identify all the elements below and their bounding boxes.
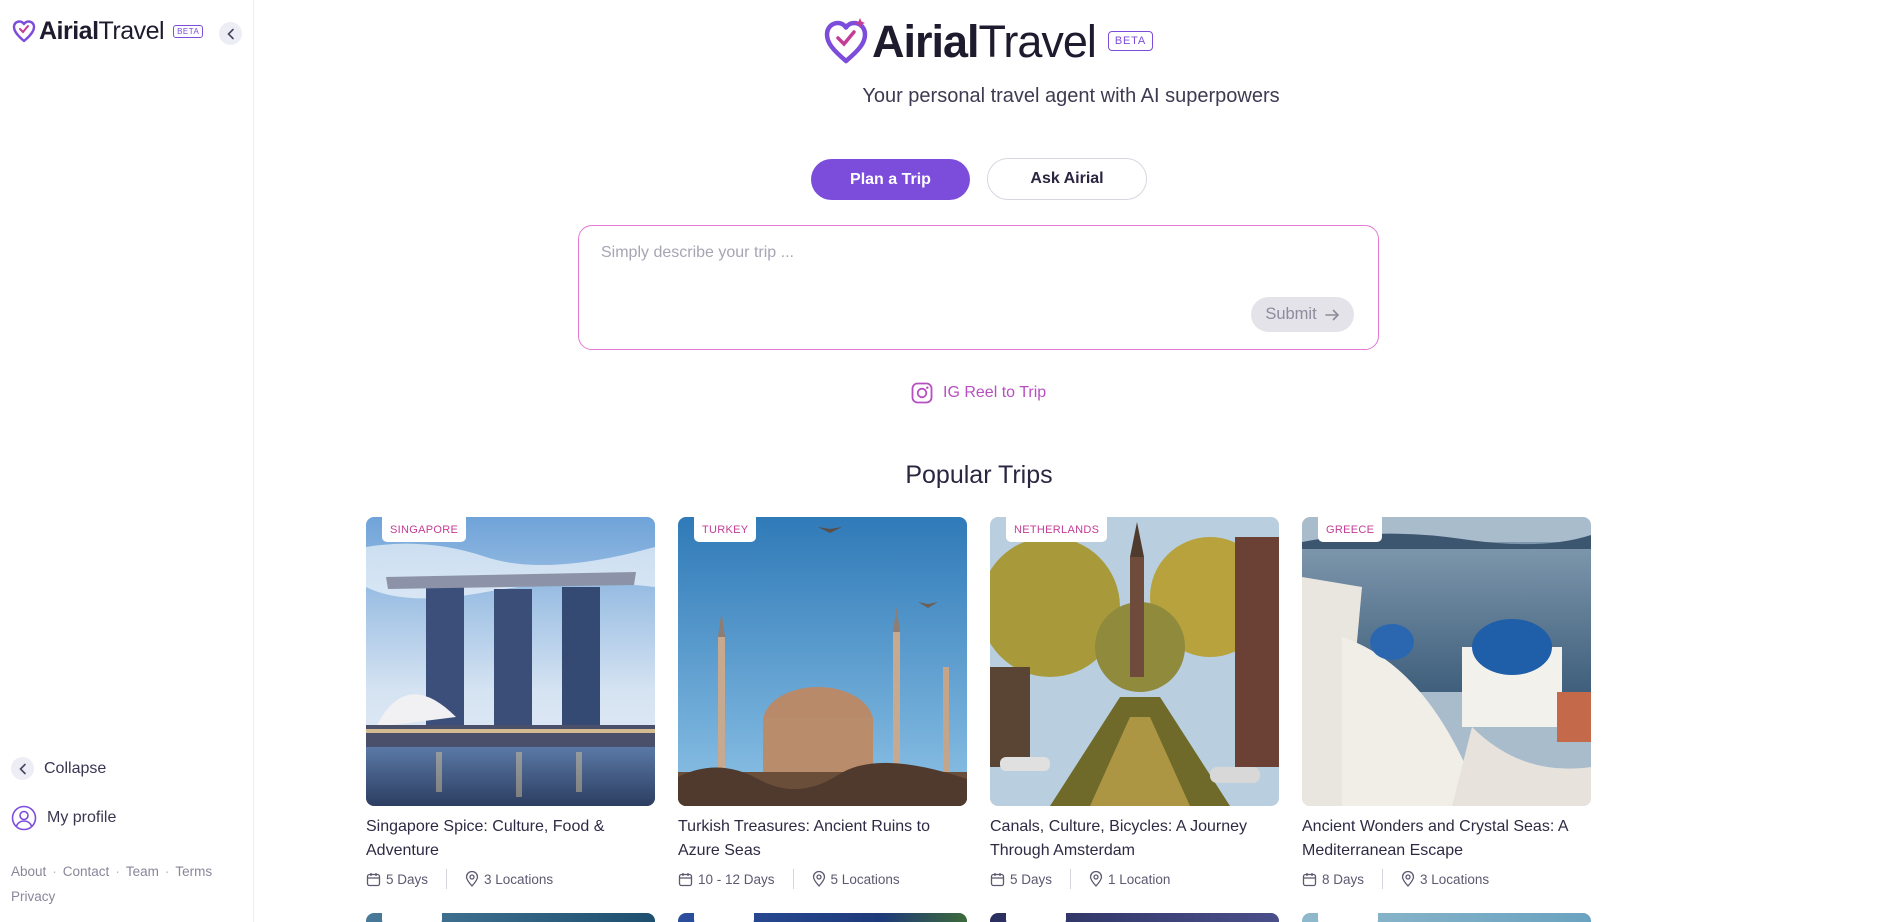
map-pin-icon [812,871,825,887]
trip-days: 5 Days [1010,871,1053,887]
trip-card-meta: 8 Days 3 Locations [1302,869,1591,889]
trip-locations: 3 Locations [484,871,554,887]
trip-card-image: SINGAPORE [366,517,655,806]
country-tag: SINGAPORE [382,517,467,542]
trip-card-meta: 5 Days 3 Locations [366,869,655,889]
ask-airial-tab[interactable]: Ask Airial [987,158,1147,200]
calendar-icon [366,872,381,886]
country-tag: NETHERLANDS [1006,517,1108,542]
hagia-sophia-image [678,517,967,806]
trip-card-title: Ancient Wonders and Crystal Seas: A Medi… [1302,818,1568,859]
footer-link-about[interactable]: About [11,864,46,879]
trip-card-meta: 10 - 12 Days 5 Locations [678,869,967,889]
trip-days: 8 Days [1322,871,1365,887]
footer-link-terms[interactable]: Terms [175,864,212,879]
trip-card-title: Turkish Treasures: Ancient Ruins to Azur… [678,818,930,859]
sidebar: AirialTravel BETA Collapse My profile Ab… [0,0,254,922]
trip-card-partial[interactable] [1302,913,1591,922]
main-logo-text: AirialTravel [872,15,1097,67]
trip-card-partial[interactable] [678,913,967,922]
trip-locations: 3 Locations [1420,871,1490,887]
country-tag: TURKEY [694,517,757,542]
trip-card-turkey[interactable]: TURKEY Turkish Treasures: Ancient Ruins … [678,517,967,889]
trip-card-title: Singapore Spice: Culture, Food & Adventu… [366,818,605,859]
trip-days: 10 - 12 Days [698,871,775,887]
calendar-icon [990,872,1005,886]
singapore-skyline-image [366,517,655,806]
footer-link-privacy[interactable]: Privacy [11,889,55,904]
trip-card-singapore[interactable]: SINGAPORE Singapore Spice: Culture, Food… [366,517,655,889]
heart-pin-logo-icon [824,18,868,64]
collapse-button[interactable]: Collapse [11,757,106,780]
my-profile-label: My profile [47,809,117,826]
footer-link-contact[interactable]: Contact [63,864,110,879]
trip-card-image: GREECE [1302,517,1591,806]
footer-links: About · Contact · Team · Terms Privacy [11,864,213,904]
map-pin-icon [1401,871,1415,887]
trip-days: 5 Days [386,871,429,887]
country-tag: GREECE [1318,517,1383,542]
tagline: Your personal travel agent with AI super… [862,85,1280,107]
chevron-left-icon [11,757,34,780]
trip-card-title: Canals, Culture, Bicycles: A Journey Thr… [990,818,1248,859]
santorini-image [1302,517,1591,806]
calendar-icon [678,872,693,886]
sidebar-logo-text: AirialTravel [39,16,165,45]
instagram-icon [911,382,933,404]
chevron-left-icon [226,28,234,39]
submit-button[interactable]: Submit [1251,297,1354,332]
trip-card-image: TURKEY [678,517,967,806]
main-logo: AirialTravel BETA [822,15,1154,67]
trip-card-netherlands[interactable]: NETHERLANDS Canals, Culture, Bicycles: A… [990,517,1279,889]
ig-reel-label: IG Reel to Trip [943,384,1047,401]
amsterdam-canal-image [990,517,1279,806]
calendar-icon [1302,872,1317,886]
footer-link-team[interactable]: Team [126,864,159,879]
collapse-label: Collapse [44,759,107,777]
submit-label: Submit [1265,305,1317,323]
plan-a-trip-tab[interactable]: Plan a Trip [811,159,970,200]
my-profile-button[interactable]: My profile [11,805,116,831]
ig-reel-to-trip-link[interactable]: IG Reel to Trip [910,381,1046,405]
trip-locations: 1 Location [1108,871,1171,887]
map-pin-icon [1089,871,1103,887]
popular-trips-heading: Popular Trips [905,461,1053,489]
sidebar-logo[interactable]: AirialTravel BETA [12,16,204,45]
trip-card-meta: 5 Days 1 Location [990,869,1279,889]
trip-card-partial[interactable] [366,913,655,922]
map-pin-icon [465,871,479,887]
heart-pin-logo-icon [12,20,36,43]
trip-prompt-box: Submit [578,225,1379,350]
user-circle-icon [11,805,37,831]
trip-card-greece[interactable]: GREECE Ancient Wonders and Crystal Seas:… [1302,517,1591,889]
beta-badge: BETA [173,24,204,38]
trip-card-image: NETHERLANDS [990,517,1279,806]
trip-description-input[interactable] [601,244,1341,284]
trip-card-partial[interactable] [990,913,1279,922]
arrow-right-icon [1324,309,1339,320]
sidebar-toggle-button[interactable] [219,22,242,45]
trip-locations: 5 Locations [830,871,900,887]
beta-badge: BETA [1107,31,1154,51]
